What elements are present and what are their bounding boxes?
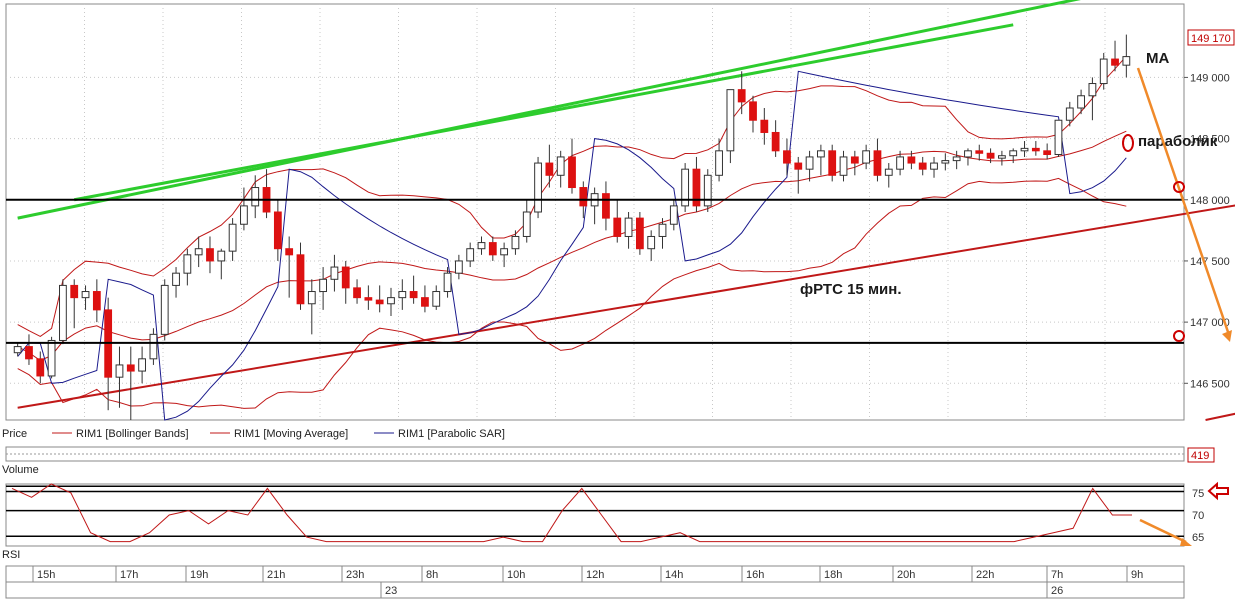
hour-label: 18h xyxy=(824,569,842,581)
hour-label: 7h xyxy=(1051,569,1063,581)
legend: Price RIM1 [Bollinger Bands] RIM1 [Movin… xyxy=(2,428,505,440)
hour-label: 9h xyxy=(1131,569,1143,581)
candle xyxy=(160,279,169,341)
volume-value-label: 419 xyxy=(1191,450,1209,462)
rsi-tick: 70 xyxy=(1192,510,1204,522)
date-label: 26 xyxy=(1051,585,1063,597)
price-axis: 149 000148 500148 000147 500147 000146 5… xyxy=(1184,72,1230,390)
price-tick: 149 000 xyxy=(1190,72,1230,84)
legend-parabolic-sar: RIM1 [Parabolic SAR] xyxy=(398,428,505,440)
hour-label: 16h xyxy=(746,569,764,581)
last-price-label: 149 170 xyxy=(1191,33,1231,45)
date-label: 23 xyxy=(385,585,397,597)
price-tick: 148 000 xyxy=(1190,195,1230,207)
candle xyxy=(681,163,690,212)
candle xyxy=(534,156,542,219)
volume-title: Volume xyxy=(2,464,39,476)
hour-label: 15h xyxy=(37,569,55,581)
rsi-title: RSI xyxy=(2,549,20,561)
hour-label: 22h xyxy=(976,569,994,581)
legend-bollinger: RIM1 [Bollinger Bands] xyxy=(76,428,189,440)
hour-label: 8h xyxy=(426,569,438,581)
rsi-tick: 75 xyxy=(1192,488,1204,500)
price-tick: 147 500 xyxy=(1190,256,1230,268)
trading-chart: 149 000148 500148 000147 500147 000146 5… xyxy=(2,0,1235,599)
hour-label: 12h xyxy=(586,569,604,581)
candle xyxy=(635,212,644,255)
candle xyxy=(59,279,67,345)
legend-moving-average: RIM1 [Moving Average] xyxy=(234,428,348,440)
timeframe-annotation: фРТС 15 мин. xyxy=(800,281,902,298)
hour-label: 23h xyxy=(346,569,364,581)
rsi-marker-arrow xyxy=(1207,481,1229,501)
candle xyxy=(703,169,712,212)
rsi-tick: 65 xyxy=(1192,532,1204,544)
hour-label: 21h xyxy=(267,569,285,581)
parabolic-annotation: параболик xyxy=(1138,133,1218,150)
ma-annotation: MA xyxy=(1146,50,1169,67)
candle xyxy=(1054,119,1063,157)
hour-label: 10h xyxy=(507,569,525,581)
hour-label: 17h xyxy=(120,569,138,581)
hour-label: 20h xyxy=(897,569,915,581)
price-tick: 146 500 xyxy=(1190,378,1230,390)
hour-label: 14h xyxy=(665,569,683,581)
legend-price: Price xyxy=(2,428,27,440)
rsi-axis: 75 70 65 xyxy=(1192,488,1204,544)
hour-label: 19h xyxy=(190,569,208,581)
